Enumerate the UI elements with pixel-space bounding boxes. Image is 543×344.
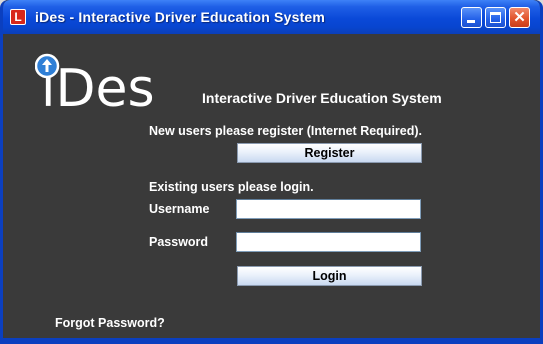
login-button[interactable]: Login (237, 266, 422, 286)
username-label: Username (149, 202, 210, 216)
register-prompt: New users please register (Internet Requ… (149, 124, 423, 138)
minimize-button[interactable] (461, 7, 482, 28)
password-label: Password (149, 235, 209, 249)
ides-logo: iDes (35, 53, 155, 110)
app-icon: L (10, 9, 26, 25)
forgot-password-link[interactable]: Forgot Password? (55, 316, 165, 330)
minimize-icon (467, 20, 475, 23)
close-button[interactable]: ✕ (509, 7, 530, 28)
register-button[interactable]: Register (237, 143, 422, 163)
username-field[interactable] (236, 199, 421, 219)
login-prompt: Existing users please login. (149, 180, 314, 194)
maximize-icon (490, 12, 501, 23)
close-icon: ✕ (513, 9, 526, 26)
title-bar[interactable]: L iDes - Interactive Driver Education Sy… (3, 0, 540, 34)
window-title: iDes - Interactive Driver Education Syst… (35, 9, 326, 25)
password-field[interactable] (236, 232, 421, 252)
maximize-button[interactable] (485, 7, 506, 28)
app-subtitle: Interactive Driver Education System (202, 90, 442, 106)
window-bottom-border (3, 338, 540, 341)
login-window: L iDes - Interactive Driver Education Sy… (0, 0, 543, 344)
